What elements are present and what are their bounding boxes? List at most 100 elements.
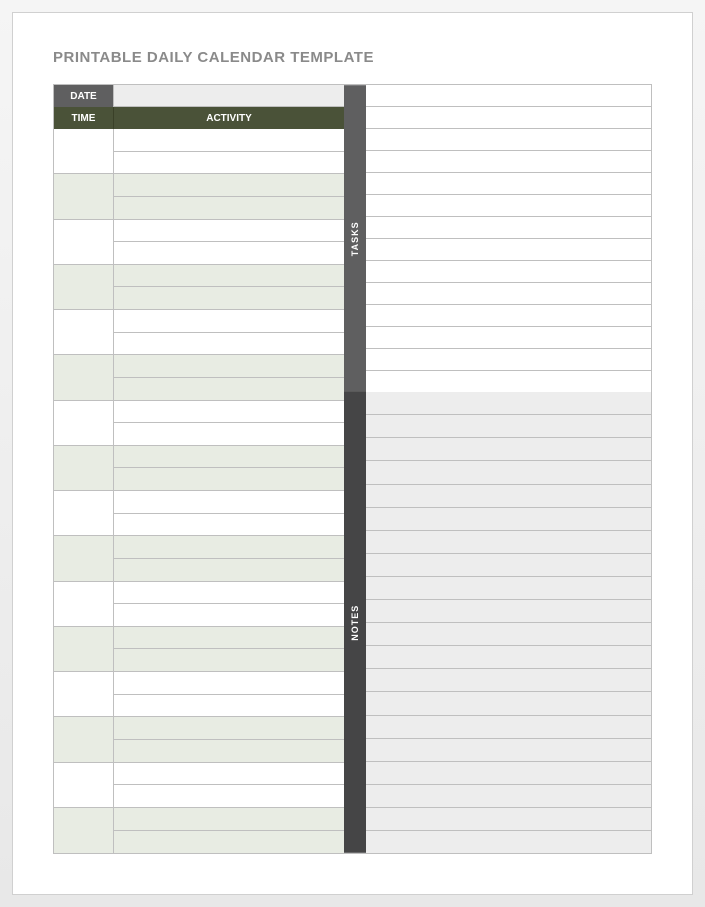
time-cell[interactable] xyxy=(54,129,114,174)
time-cell[interactable] xyxy=(54,310,114,355)
activity-cell[interactable] xyxy=(114,423,344,446)
task-line[interactable] xyxy=(366,217,651,239)
activity-cell[interactable] xyxy=(114,559,344,582)
time-cell[interactable] xyxy=(54,536,114,581)
task-line[interactable] xyxy=(366,85,651,107)
activity-cell[interactable] xyxy=(114,401,344,424)
time-cell[interactable] xyxy=(54,174,114,219)
notes-section-label: NOTES xyxy=(344,392,366,853)
activity-cell[interactable] xyxy=(114,355,344,378)
activity-cell[interactable] xyxy=(114,808,344,831)
time-cell[interactable] xyxy=(54,491,114,536)
activity-cell[interactable] xyxy=(114,174,344,197)
note-line[interactable] xyxy=(366,438,651,461)
time-slot xyxy=(54,536,344,581)
activity-cell[interactable] xyxy=(114,763,344,786)
activity-cell[interactable] xyxy=(114,129,344,152)
column-header-row: TIME ACTIVITY xyxy=(54,107,344,129)
time-cell[interactable] xyxy=(54,401,114,446)
task-line[interactable] xyxy=(366,173,651,195)
activity-cell[interactable] xyxy=(114,536,344,559)
activity-cell[interactable] xyxy=(114,287,344,310)
activity-cell[interactable] xyxy=(114,785,344,808)
time-cell[interactable] xyxy=(54,717,114,762)
activity-cell[interactable] xyxy=(114,333,344,356)
tasks-section-label: TASKS xyxy=(344,85,366,392)
activity-cell[interactable] xyxy=(114,717,344,740)
activity-cell[interactable] xyxy=(114,242,344,265)
right-column xyxy=(366,85,651,853)
activity-cells xyxy=(114,129,344,174)
activity-header-label: ACTIVITY xyxy=(114,107,344,129)
activity-cells xyxy=(114,220,344,265)
date-value-cell[interactable] xyxy=(114,85,344,107)
note-line[interactable] xyxy=(366,600,651,623)
time-cell[interactable] xyxy=(54,808,114,853)
time-slots xyxy=(54,129,344,853)
activity-cell[interactable] xyxy=(114,649,344,672)
activity-cell[interactable] xyxy=(114,446,344,469)
activity-cell[interactable] xyxy=(114,740,344,763)
activity-cells xyxy=(114,446,344,491)
note-line[interactable] xyxy=(366,716,651,739)
note-line[interactable] xyxy=(366,508,651,531)
note-line[interactable] xyxy=(366,669,651,692)
activity-cell[interactable] xyxy=(114,514,344,537)
task-line[interactable] xyxy=(366,261,651,283)
time-cell[interactable] xyxy=(54,582,114,627)
time-cell[interactable] xyxy=(54,446,114,491)
activity-cell[interactable] xyxy=(114,468,344,491)
task-line[interactable] xyxy=(366,305,651,327)
note-line[interactable] xyxy=(366,554,651,577)
task-line[interactable] xyxy=(366,327,651,349)
activity-cell[interactable] xyxy=(114,831,344,853)
note-line[interactable] xyxy=(366,461,651,484)
activity-cell[interactable] xyxy=(114,695,344,718)
task-line[interactable] xyxy=(366,371,651,392)
note-line[interactable] xyxy=(366,646,651,669)
date-row: DATE xyxy=(54,85,344,107)
activity-cell[interactable] xyxy=(114,310,344,333)
task-line[interactable] xyxy=(366,349,651,371)
activity-cell[interactable] xyxy=(114,197,344,220)
note-line[interactable] xyxy=(366,831,651,853)
time-slot xyxy=(54,174,344,219)
note-line[interactable] xyxy=(366,485,651,508)
note-line[interactable] xyxy=(366,692,651,715)
note-line[interactable] xyxy=(366,808,651,831)
activity-cell[interactable] xyxy=(114,152,344,175)
activity-cell[interactable] xyxy=(114,604,344,627)
activity-cell[interactable] xyxy=(114,378,344,401)
document-page: PRINTABLE DAILY CALENDAR TEMPLATE DATE T… xyxy=(12,12,693,895)
note-line[interactable] xyxy=(366,531,651,554)
activity-cell[interactable] xyxy=(114,627,344,650)
note-line[interactable] xyxy=(366,623,651,646)
time-cell[interactable] xyxy=(54,355,114,400)
note-line[interactable] xyxy=(366,739,651,762)
activity-cells xyxy=(114,310,344,355)
activity-cell[interactable] xyxy=(114,582,344,605)
time-cell[interactable] xyxy=(54,627,114,672)
task-line[interactable] xyxy=(366,195,651,217)
time-cell[interactable] xyxy=(54,265,114,310)
time-slot xyxy=(54,582,344,627)
time-cell[interactable] xyxy=(54,672,114,717)
activity-cell[interactable] xyxy=(114,491,344,514)
activity-cells xyxy=(114,491,344,536)
task-line[interactable] xyxy=(366,151,651,173)
task-line[interactable] xyxy=(366,107,651,129)
task-line[interactable] xyxy=(366,283,651,305)
time-cell[interactable] xyxy=(54,763,114,808)
note-line[interactable] xyxy=(366,762,651,785)
task-line[interactable] xyxy=(366,129,651,151)
note-line[interactable] xyxy=(366,785,651,808)
note-line[interactable] xyxy=(366,577,651,600)
activity-cell[interactable] xyxy=(114,265,344,288)
time-slot xyxy=(54,672,344,717)
note-line[interactable] xyxy=(366,415,651,438)
time-cell[interactable] xyxy=(54,220,114,265)
activity-cell[interactable] xyxy=(114,220,344,243)
note-line[interactable] xyxy=(366,392,651,415)
activity-cell[interactable] xyxy=(114,672,344,695)
task-line[interactable] xyxy=(366,239,651,261)
